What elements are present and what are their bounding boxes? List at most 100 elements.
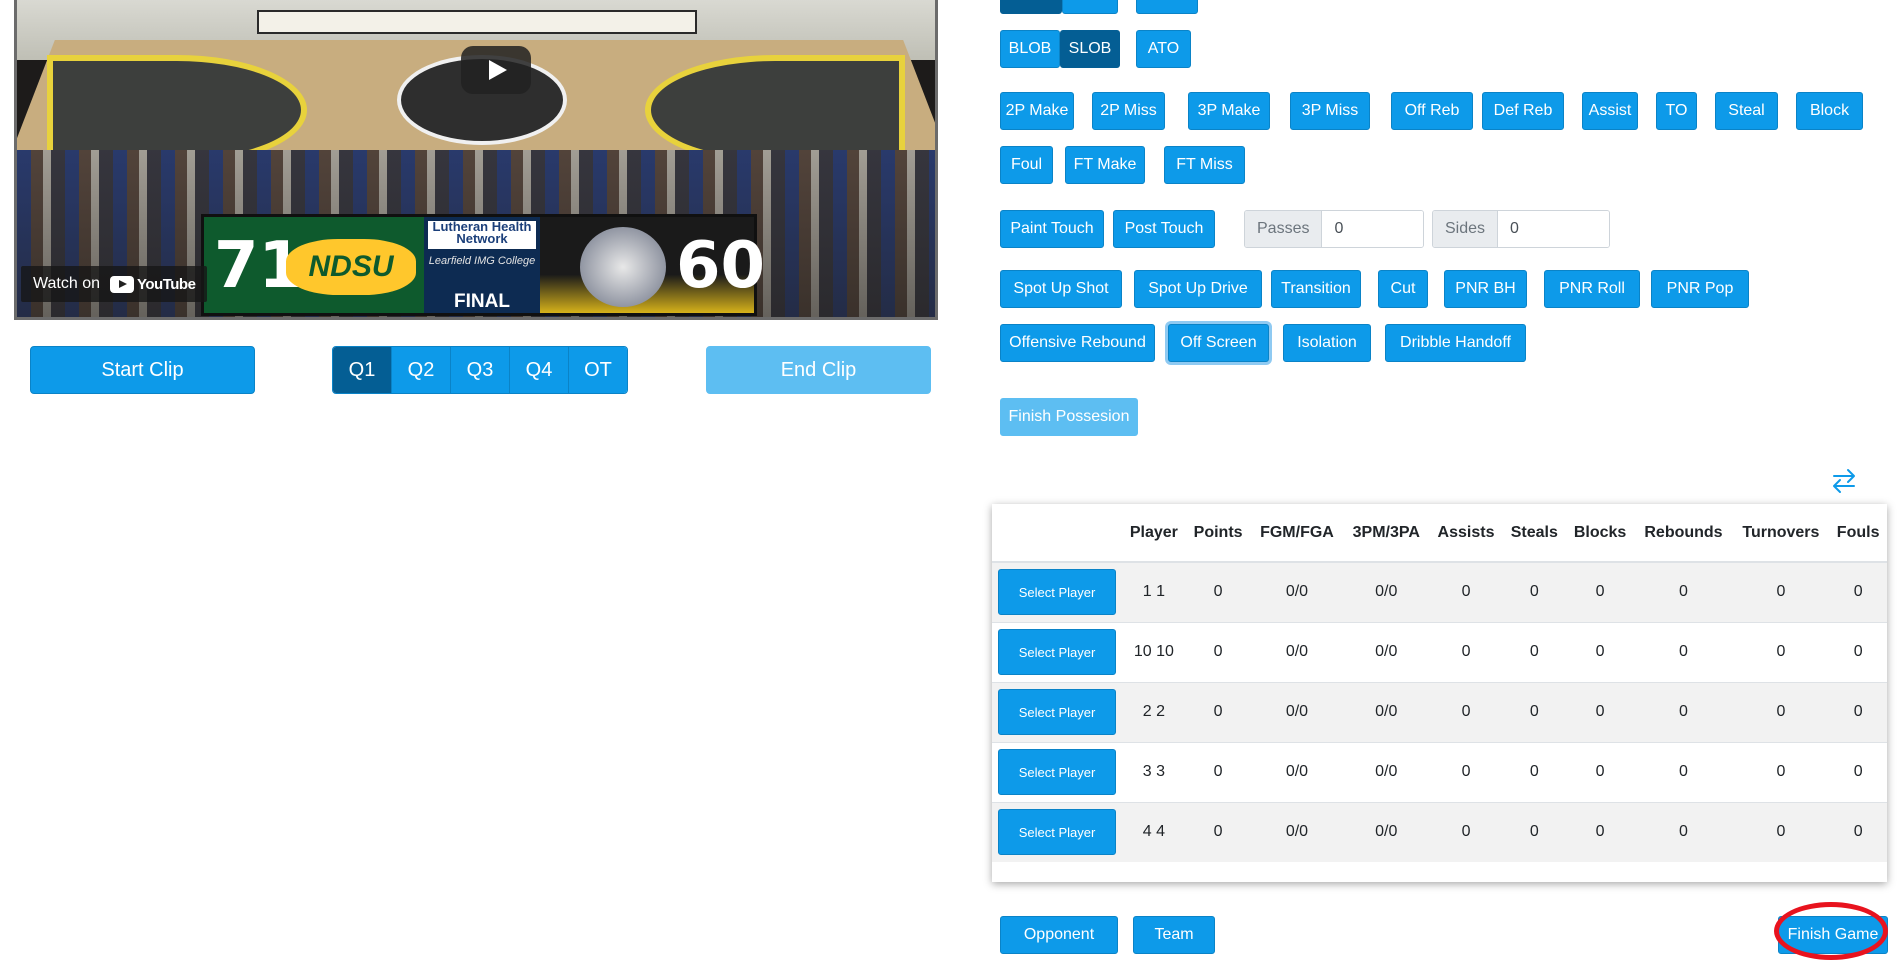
2p-miss-button[interactable]: 2P Miss <box>1092 92 1165 130</box>
steal-button[interactable]: Steal <box>1715 92 1778 130</box>
cell-assists: 0 <box>1429 681 1503 742</box>
offensive-rebound-button[interactable]: Offensive Rebound <box>1000 324 1155 362</box>
column-header-turnovers: Turnovers <box>1732 504 1830 563</box>
column-header-blocks: Blocks <box>1565 504 1635 563</box>
watch-on-label: Watch on <box>33 275 100 292</box>
table-row: Select Player 1 1 0 0/0 0/0 0 0 0 0 0 0 <box>992 561 1887 622</box>
quarter-ot-button[interactable]: OT <box>568 347 627 393</box>
column-header-select <box>992 504 1122 563</box>
cell-player: 2 2 <box>1122 681 1186 742</box>
quarter-q4-button[interactable]: Q4 <box>509 347 568 393</box>
cell-points: 0 <box>1185 801 1251 862</box>
cell-blocks: 0 <box>1565 621 1635 682</box>
sides-label: Sides <box>1433 211 1499 247</box>
game-status: FINAL <box>454 291 510 312</box>
cell-turnovers: 0 <box>1732 801 1830 862</box>
cell-rebounds: 0 <box>1634 801 1733 862</box>
start-clip-button[interactable]: Start Clip <box>30 346 255 394</box>
home-team-panel: 71 NDSU <box>204 217 424 313</box>
team-button[interactable]: Team <box>1133 916 1215 954</box>
3p-miss-button[interactable]: 3P Miss <box>1290 92 1370 130</box>
cut-button[interactable]: Cut <box>1378 270 1428 308</box>
passes-input[interactable] <box>1322 211 1423 247</box>
top-button-partial-1[interactable] <box>1000 0 1062 14</box>
cell-rebounds: 0 <box>1634 621 1733 682</box>
finish-game-button[interactable]: Finish Game <box>1778 916 1888 954</box>
pnr-bh-button[interactable]: PNR BH <box>1444 270 1527 308</box>
away-team-logo <box>580 227 666 307</box>
select-player-button[interactable]: Select Player <box>998 569 1116 616</box>
block-button[interactable]: Block <box>1796 92 1863 130</box>
youtube-play-glyph <box>110 275 134 293</box>
play-button[interactable] <box>461 46 531 94</box>
passes-label: Passes <box>1245 211 1323 247</box>
end-clip-button[interactable]: End Clip <box>706 346 931 394</box>
assist-button[interactable]: Assist <box>1582 92 1638 130</box>
court-lane-left <box>47 55 307 165</box>
cell-3pm-3pa: 0/0 <box>1343 741 1430 802</box>
ft-miss-button[interactable]: FT Miss <box>1164 146 1245 184</box>
column-header-rebounds: Rebounds <box>1634 504 1733 563</box>
post-touch-button[interactable]: Post Touch <box>1113 210 1215 248</box>
select-player-button[interactable]: Select Player <box>998 689 1116 735</box>
cell-assists: 0 <box>1429 801 1503 862</box>
sides-input-group: Sides <box>1432 210 1610 248</box>
video-player[interactable]: 71 NDSU Lutheran Health Network Learfiel… <box>14 0 938 320</box>
2p-make-button[interactable]: 2P Make <box>1000 92 1074 130</box>
cell-3pm-3pa: 0/0 <box>1343 561 1430 622</box>
sponsor-logo-secondary: Learfield IMG College <box>428 255 536 267</box>
cell-assists: 0 <box>1429 561 1503 622</box>
quarter-selector: Q1 Q2 Q3 Q4 OT <box>332 346 628 394</box>
cell-points: 0 <box>1185 621 1251 682</box>
select-player-button[interactable]: Select Player <box>998 749 1116 795</box>
ato-button[interactable]: ATO <box>1136 30 1191 68</box>
select-cell: Select Player <box>992 741 1122 802</box>
youtube-wordmark: YouTube <box>137 275 196 293</box>
select-cell: Select Player <box>992 681 1122 742</box>
cell-player: 3 3 <box>1122 741 1186 802</box>
3p-make-button[interactable]: 3P Make <box>1188 92 1270 130</box>
watch-on-youtube-link[interactable]: Watch on YouTube <box>21 266 208 302</box>
away-team-panel: 60 <box>540 217 765 313</box>
column-header-fouls: Fouls <box>1829 504 1887 563</box>
cell-blocks: 0 <box>1565 741 1635 802</box>
ft-make-button[interactable]: FT Make <box>1065 146 1145 184</box>
column-header-fgm-fga: FGM/FGA <box>1250 504 1344 563</box>
top-button-partial-3[interactable] <box>1136 0 1198 14</box>
cell-steals: 0 <box>1502 741 1566 802</box>
sides-input[interactable] <box>1498 211 1609 247</box>
select-player-button[interactable]: Select Player <box>998 629 1116 675</box>
quarter-q2-button[interactable]: Q2 <box>391 347 450 393</box>
foul-button[interactable]: Foul <box>1000 146 1053 184</box>
transition-button[interactable]: Transition <box>1271 270 1361 308</box>
quarter-q3-button[interactable]: Q3 <box>450 347 509 393</box>
select-cell: Select Player <box>992 621 1122 682</box>
dribble-handoff-button[interactable]: Dribble Handoff <box>1385 324 1526 362</box>
table-row: Select Player 10 10 0 0/0 0/0 0 0 0 0 0 0 <box>992 621 1887 682</box>
blob-button[interactable]: BLOB <box>1000 30 1060 68</box>
top-button-partial-2[interactable] <box>1062 0 1118 14</box>
cell-blocks: 0 <box>1565 801 1635 862</box>
finish-possession-button[interactable]: Finish Possesion <box>1000 398 1138 436</box>
paint-touch-button[interactable]: Paint Touch <box>1000 210 1104 248</box>
off-screen-button[interactable]: Off Screen <box>1168 324 1269 362</box>
def-reb-button[interactable]: Def Reb <box>1482 92 1564 130</box>
pnr-pop-button[interactable]: PNR Pop <box>1651 270 1749 308</box>
table-row: Select Player 3 3 0 0/0 0/0 0 0 0 0 0 0 <box>992 741 1887 802</box>
spot-up-drive-button[interactable]: Spot Up Drive <box>1134 270 1262 308</box>
spot-up-shot-button[interactable]: Spot Up Shot <box>1000 270 1122 308</box>
to-button[interactable]: TO <box>1656 92 1697 130</box>
swap-arrows-icon[interactable] <box>1830 466 1858 494</box>
cell-player: 10 10 <box>1122 621 1186 682</box>
table-row: Select Player 2 2 0 0/0 0/0 0 0 0 0 0 0 <box>992 681 1887 742</box>
opponent-button[interactable]: Opponent <box>1000 916 1118 954</box>
slob-button[interactable]: SLOB <box>1060 30 1120 68</box>
pnr-roll-button[interactable]: PNR Roll <box>1544 270 1640 308</box>
isolation-button[interactable]: Isolation <box>1283 324 1371 362</box>
quarter-q1-button[interactable]: Q1 <box>333 347 391 393</box>
off-reb-button[interactable]: Off Reb <box>1391 92 1473 130</box>
cell-turnovers: 0 <box>1732 681 1830 742</box>
select-player-button[interactable]: Select Player <box>998 809 1116 856</box>
cell-turnovers: 0 <box>1732 621 1830 682</box>
cell-assists: 0 <box>1429 741 1503 802</box>
